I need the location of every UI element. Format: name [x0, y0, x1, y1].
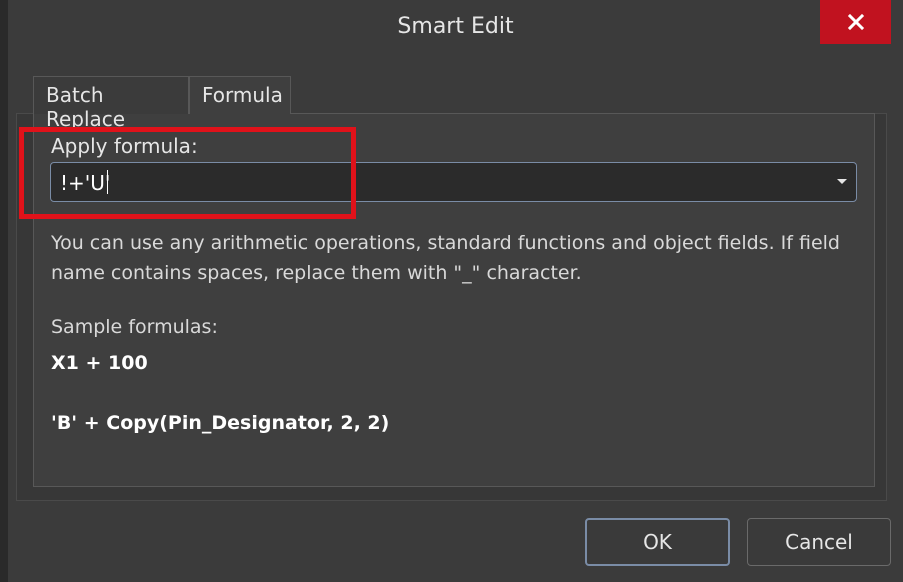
sample-formula: 'B' + Copy(Pin_Designator, 2, 2): [51, 412, 390, 434]
smart-edit-dialog: Smart Edit Batch Replace Formula Apply f…: [0, 0, 903, 582]
sample-formula: X1 + 100: [51, 352, 148, 374]
formula-input[interactable]: !+'U': [60, 171, 110, 195]
title-bar: Smart Edit: [8, 0, 903, 58]
apply-formula-label: Apply formula:: [51, 134, 198, 158]
tab-batch-replace[interactable]: Batch Replace: [33, 76, 189, 131]
tab-formula[interactable]: Formula: [189, 76, 291, 114]
tab-bar: Batch Replace Formula: [33, 76, 291, 131]
ok-button[interactable]: OK: [585, 518, 730, 566]
chevron-down-icon[interactable]: [836, 178, 848, 186]
close-icon: [847, 14, 864, 30]
window-title: Smart Edit: [397, 14, 514, 39]
help-text: You can use any arithmetic operations, s…: [51, 232, 840, 284]
cancel-button[interactable]: Cancel: [747, 518, 891, 566]
formula-combobox[interactable]: !+'U': [50, 162, 857, 202]
window-edge: [0, 0, 8, 582]
text-cursor: [107, 170, 108, 194]
close-button[interactable]: [820, 0, 891, 44]
sample-formulas-label: Sample formulas:: [51, 316, 218, 338]
